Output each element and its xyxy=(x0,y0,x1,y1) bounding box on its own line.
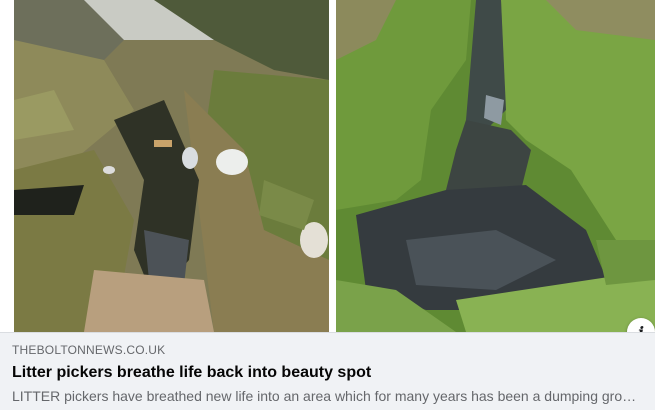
link-description: LITTER pickers have breathed new life in… xyxy=(12,388,643,404)
link-domain: THEBOLTONNEWS.CO.UK xyxy=(12,343,166,357)
clean-stream-photo xyxy=(336,0,655,332)
clean-stream-illustration xyxy=(336,0,655,332)
littered-stream-photo xyxy=(14,0,329,332)
link-preview-card[interactable]: i THEBOLTONNEWS.CO.UK Litter pickers bre… xyxy=(0,0,655,410)
link-headline[interactable]: Litter pickers breathe life back into be… xyxy=(12,363,643,383)
link-preview-caption[interactable]: THEBOLTONNEWS.CO.UK Litter pickers breat… xyxy=(0,332,655,410)
link-preview-images[interactable]: i xyxy=(0,0,655,346)
littered-stream-illustration xyxy=(14,0,329,332)
